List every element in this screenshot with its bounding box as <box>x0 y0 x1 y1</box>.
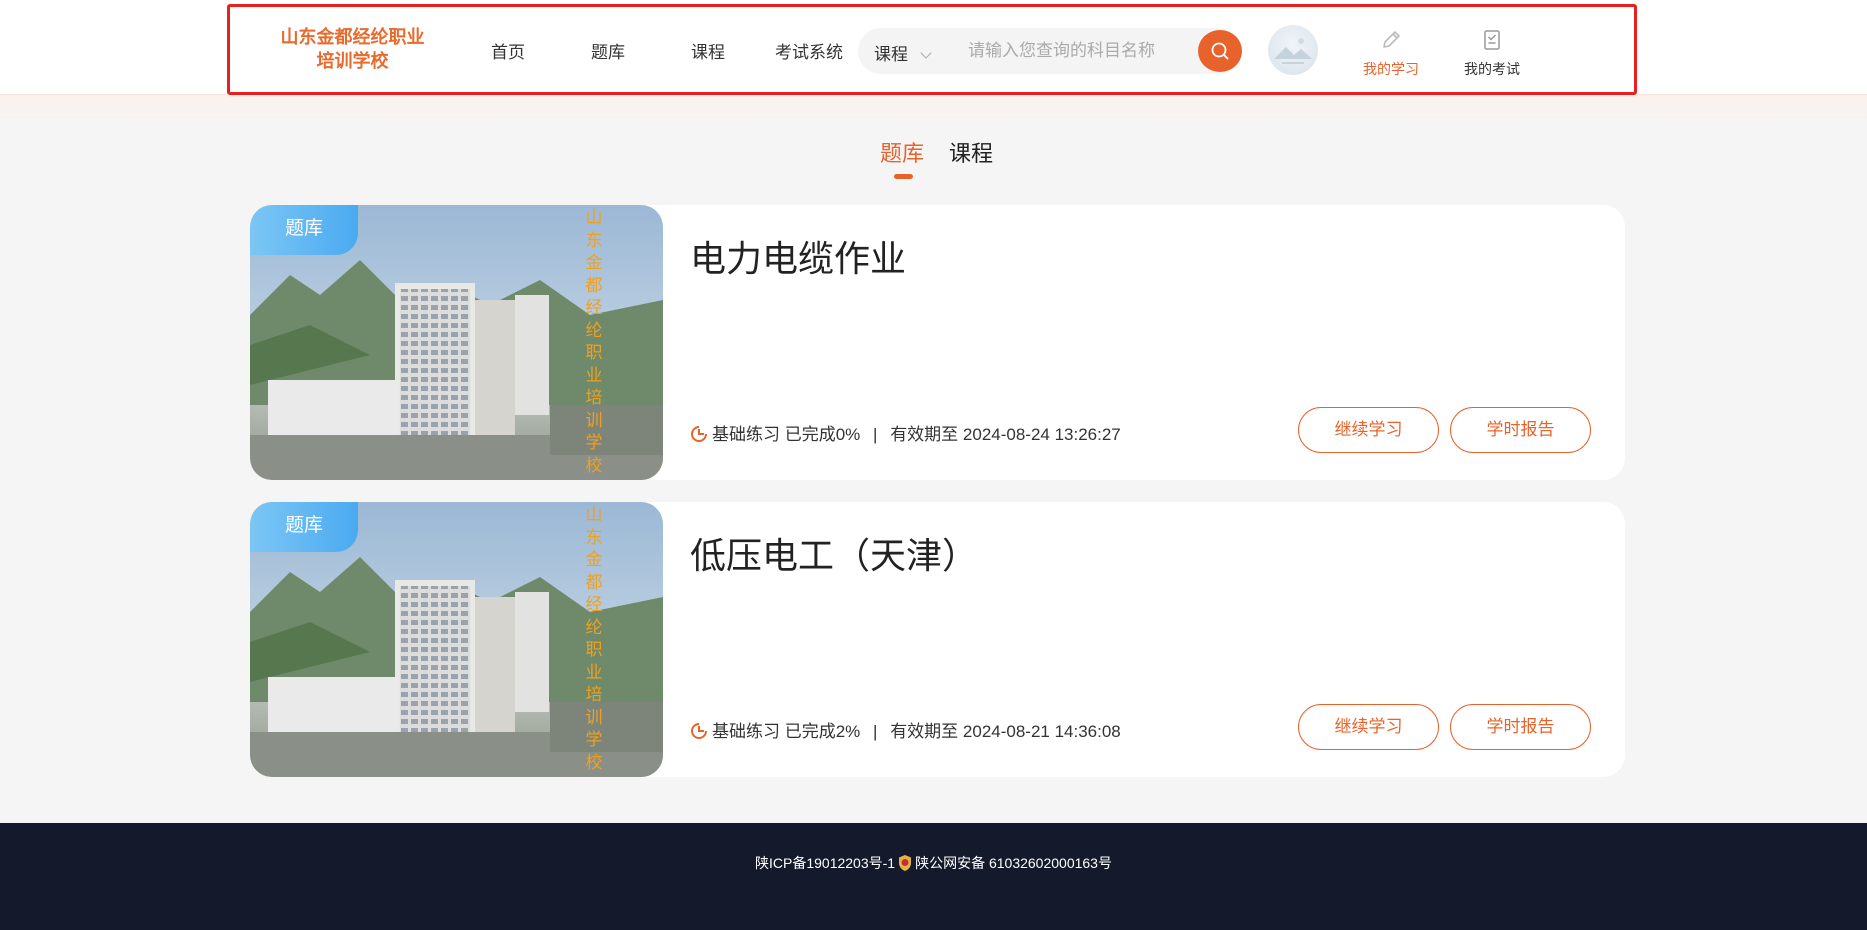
my-learning-link[interactable]: 我的学习 <box>1351 28 1431 79</box>
continue-learning-button[interactable]: 继续学习 <box>1298 704 1439 750</box>
course-cover-image[interactable]: 题库 山东金都经纶职业培训学校 <box>250 205 663 480</box>
badge-question-bank: 题库 <box>250 502 358 552</box>
expiry-date: 有效期至 2024-08-21 14:36:08 <box>890 722 1121 741</box>
course-title[interactable]: 低压电工（天津） <box>690 527 978 579</box>
logo-line-2: 培训学校 <box>316 51 389 71</box>
active-tab-indicator <box>894 174 913 179</box>
progress-pie-icon <box>691 723 707 739</box>
study-hours-report-button[interactable]: 学时报告 <box>1450 407 1591 453</box>
badge-question-bank: 题库 <box>250 205 358 255</box>
vertical-school-name: 山东金都经纶职业培训学校 <box>585 505 603 772</box>
chevron-down-icon <box>920 47 932 59</box>
nav-courses[interactable]: 课程 <box>691 38 725 63</box>
search-category-value: 课程 <box>874 45 908 64</box>
course-cover-image[interactable]: 题库 山东金都经纶职业培训学校 <box>250 502 663 777</box>
site-footer: 陕ICP备19012203号-1 陕公网安备 61032602000163号 <box>0 823 1867 930</box>
vertical-school-name: 山东金都经纶职业培训学校 <box>585 208 603 475</box>
pencil-icon <box>1383 31 1400 48</box>
nav-exam-system[interactable]: 考试系统 <box>775 38 843 63</box>
header-shadow <box>0 95 1867 125</box>
police-badge-icon <box>899 855 912 871</box>
icp-record-link[interactable]: 陕ICP备19012203号-1 <box>755 855 895 871</box>
search-input[interactable] <box>968 36 1188 66</box>
course-card: 题库 山东金都经纶职业培训学校 电力电缆作业 基础练习 已完成0% | 有效期至… <box>250 205 1625 480</box>
course-title[interactable]: 电力电缆作业 <box>690 230 906 282</box>
meta-separator: | <box>873 722 878 741</box>
school-logo[interactable]: 山东金都经纶职业 培训学校 <box>270 25 435 73</box>
tab-courses[interactable]: 课程 <box>949 136 993 168</box>
avatar-placeholder-icon <box>1274 38 1312 64</box>
logo-line-1: 山东金都经纶职业 <box>280 27 425 47</box>
progress-label: 基础练习 已完成2% <box>712 722 861 741</box>
search-bar: 课程 <box>858 28 1242 74</box>
meta-separator: | <box>873 425 878 444</box>
avatar[interactable] <box>1268 25 1318 75</box>
course-progress-info: 基础练习 已完成0% | 有效期至 2024-08-24 13:26:27 <box>690 420 1121 445</box>
police-record-link[interactable]: 陕公网安备 61032602000163号 <box>915 855 1112 871</box>
my-learning-label: 我的学习 <box>1363 61 1419 77</box>
search-button[interactable] <box>1198 30 1242 72</box>
progress-label: 基础练习 已完成0% <box>712 425 861 444</box>
tab-question-bank[interactable]: 题库 <box>880 136 924 168</box>
expiry-date: 有效期至 2024-08-24 13:26:27 <box>890 425 1121 444</box>
course-progress-info: 基础练习 已完成2% | 有效期至 2024-08-21 14:36:08 <box>690 717 1121 742</box>
my-exams-label: 我的考试 <box>1464 61 1520 77</box>
search-icon <box>1211 42 1229 60</box>
progress-pie-icon <box>691 426 707 442</box>
study-hours-report-button[interactable]: 学时报告 <box>1450 704 1591 750</box>
footer-registration: 陕ICP备19012203号-1 陕公网安备 61032602000163号 <box>0 853 1867 873</box>
course-card: 题库 山东金都经纶职业培训学校 低压电工（天津） 基础练习 已完成2% | 有效… <box>250 502 1625 777</box>
my-exams-link[interactable]: 我的考试 <box>1452 28 1532 79</box>
nav-home[interactable]: 首页 <box>491 38 525 63</box>
exam-clipboard-icon <box>1484 30 1500 50</box>
nav-question-bank[interactable]: 题库 <box>591 38 625 63</box>
search-category-select[interactable]: 课程 <box>874 40 932 65</box>
continue-learning-button[interactable]: 继续学习 <box>1298 407 1439 453</box>
